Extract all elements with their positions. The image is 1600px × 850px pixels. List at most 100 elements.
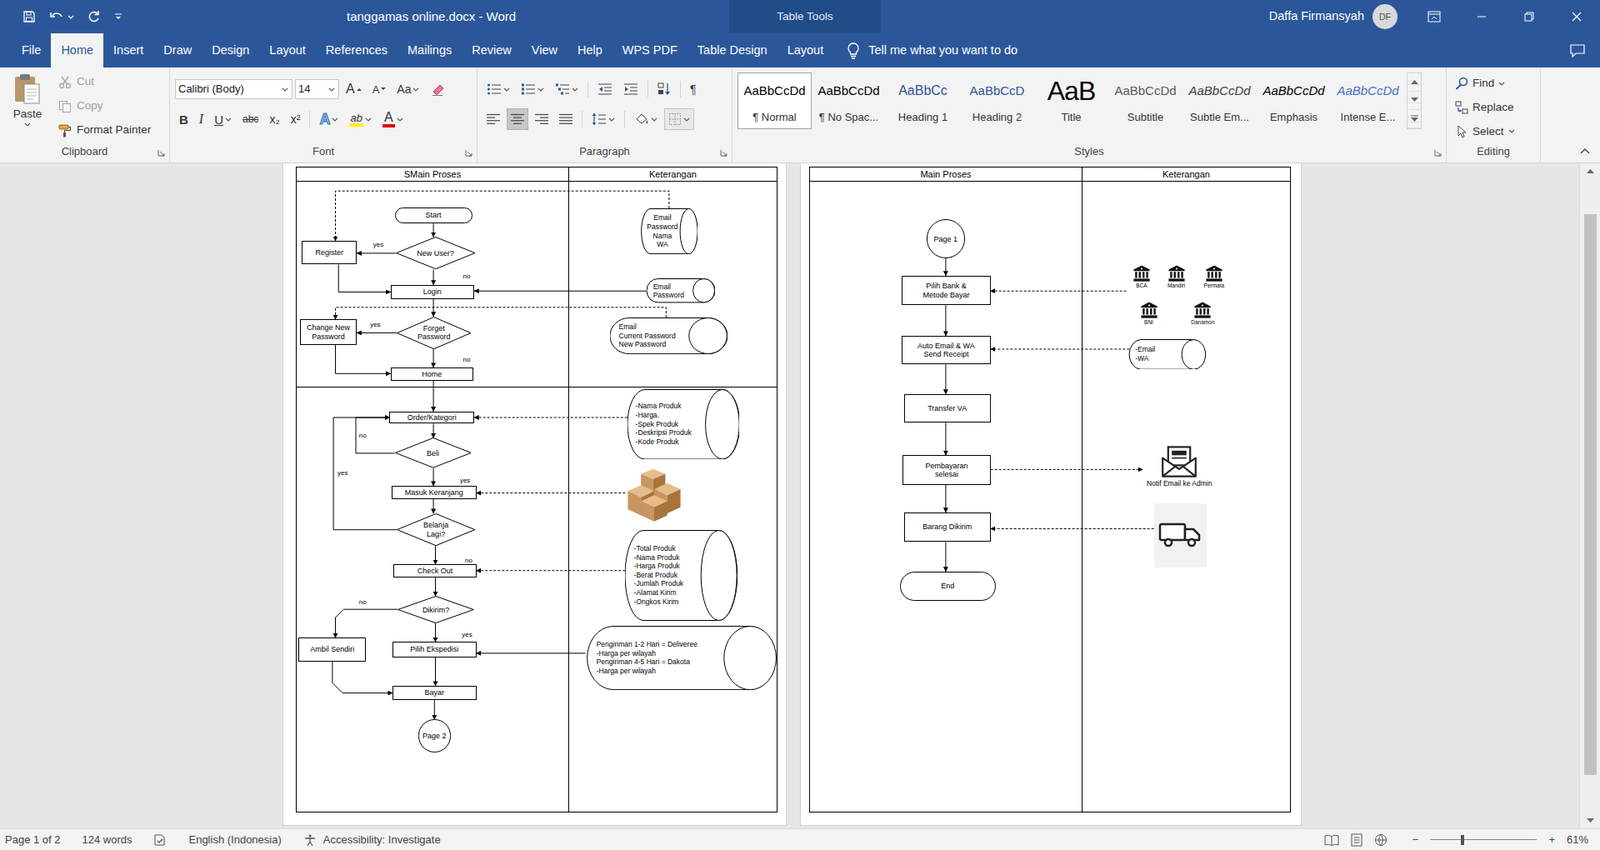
web-layout-icon[interactable] <box>1374 833 1388 847</box>
decision-node[interactable]: Belanja Lagi? <box>396 513 475 546</box>
process-step[interactable]: Check Out <box>393 564 476 578</box>
data-store[interactable]: -Email-WA <box>1128 339 1206 370</box>
font-color-button[interactable]: A <box>378 108 408 130</box>
page-count[interactable]: Page 1 of 2 <box>5 831 61 849</box>
painter-button[interactable]: Format Painter <box>55 119 155 142</box>
sub-button[interactable]: x₂ <box>265 108 284 130</box>
collapse-ribbon-icon[interactable] <box>1580 147 1590 155</box>
data-store[interactable]: -Total Produk-Nama Produk-Harga Produk-B… <box>625 530 738 621</box>
zoom-thumb[interactable] <box>1460 835 1465 845</box>
process-step[interactable]: Ambil Sendiri <box>298 637 366 661</box>
product-boxes[interactable] <box>625 466 683 522</box>
line-spacing-button[interactable] <box>587 108 620 130</box>
scroll-thumb[interactable] <box>1584 214 1597 775</box>
borders-button[interactable] <box>664 108 695 130</box>
scroll-down-button[interactable] <box>1580 813 1600 829</box>
multilevel-button[interactable] <box>550 78 583 100</box>
decision-node[interactable]: Dikirim? <box>397 595 475 624</box>
paste-button[interactable]: Paste <box>5 70 50 143</box>
proofing-icon[interactable] <box>153 833 167 847</box>
zoom-out-button[interactable]: − <box>1412 831 1420 849</box>
bank-logo[interactable]: BNI <box>1135 298 1163 330</box>
read-mode-icon[interactable] <box>1324 834 1340 846</box>
ribbon-options-button[interactable] <box>1410 0 1458 34</box>
decrease-indent-button[interactable] <box>593 78 617 100</box>
shading-button[interactable] <box>630 108 662 130</box>
process-step[interactable]: Transfer VA <box>904 394 991 423</box>
ribbon-tab[interactable]: Review <box>461 33 522 68</box>
process-step[interactable]: Pilih Ekspedisi <box>392 641 476 657</box>
shrink-font-button[interactable]: A <box>368 78 391 100</box>
process-step[interactable]: Auto Email & WA Send Receipt <box>901 335 991 365</box>
ribbon-tab[interactable]: WPS PDF <box>612 33 688 68</box>
process-step[interactable]: Bayar <box>392 685 476 700</box>
word-count[interactable]: 124 words <box>82 831 133 849</box>
replace-button[interactable]: Replace <box>1451 96 1519 120</box>
sort-button[interactable] <box>653 78 675 100</box>
style-item[interactable]: AaBbCcDdEmphasis <box>1256 72 1331 130</box>
ribbon-tab[interactable]: Design <box>201 33 260 68</box>
process-step[interactable]: Register <box>301 240 357 265</box>
redo-icon[interactable] <box>87 10 101 24</box>
ribbon-tab[interactable]: Home <box>50 33 104 68</box>
increase-indent-button[interactable] <box>619 78 643 100</box>
ribbon-tab[interactable]: Layout <box>259 33 316 68</box>
cut-button[interactable]: Cut <box>55 70 155 94</box>
style-item[interactable]: AaBbCcDdIntense E... <box>1330 72 1405 130</box>
numbering-button[interactable] <box>516 78 549 100</box>
align-justify-button[interactable] <box>555 108 577 130</box>
process-step[interactable]: Home <box>390 367 474 381</box>
dialog-launcher-icon[interactable] <box>1434 149 1442 157</box>
undo-button[interactable] <box>49 10 75 24</box>
data-store[interactable]: EmailCurrent PasswordNew Password <box>610 317 728 355</box>
style-item[interactable]: AaBbCcDHeading 2 <box>960 72 1035 130</box>
dialog-launcher-icon[interactable] <box>465 149 473 157</box>
process-step[interactable]: Barang Dikirim <box>904 512 991 543</box>
sup-button[interactable]: x² <box>286 108 305 130</box>
align-right-button[interactable] <box>530 108 553 130</box>
language[interactable]: English (Indonesia) <box>188 831 281 849</box>
dialog-launcher-icon[interactable] <box>157 149 165 157</box>
find-button[interactable]: Find <box>1451 72 1519 95</box>
grow-font-button[interactable]: A <box>341 78 366 100</box>
page-connector[interactable]: Page 2 <box>418 719 451 752</box>
select-button[interactable]: Select <box>1451 120 1519 143</box>
data-store[interactable]: -Nama Produk-Harga.-Spek Produk-Deskrips… <box>627 389 740 460</box>
style-item[interactable]: AaBTitle <box>1034 72 1109 130</box>
down-gallery-button[interactable] <box>1407 91 1421 110</box>
process-step[interactable]: Pilih Bank & Metode Bayar <box>901 275 991 306</box>
more-gallery-button[interactable] <box>1407 110 1421 129</box>
italic-button[interactable]: I <box>195 108 208 130</box>
ribbon-tab[interactable]: Draw <box>153 33 202 68</box>
font-size-box[interactable]: 14 <box>295 79 340 100</box>
decision-node[interactable]: Beli <box>395 437 472 469</box>
print-layout-icon[interactable] <box>1350 833 1363 847</box>
data-store[interactable]: EmailPassword <box>646 278 715 303</box>
style-item[interactable]: AaBbCcHeading 1 <box>885 72 960 130</box>
zoom-in-button[interactable]: + <box>1548 831 1555 849</box>
decision-node[interactable]: New User? <box>395 236 476 270</box>
delivery-truck[interactable] <box>1154 503 1208 568</box>
ribbon-tab[interactable]: File <box>11 33 51 68</box>
terminator-node[interactable]: End <box>900 571 996 602</box>
ribbon-tab[interactable]: Help <box>567 33 613 68</box>
user-account[interactable]: Daffa FirmansyahDF <box>1269 0 1410 34</box>
show-marks-button[interactable]: ¶ <box>685 78 701 100</box>
ribbon-tab[interactable]: Layout <box>777 33 835 68</box>
close-button[interactable] <box>1552 0 1600 34</box>
process-step[interactable]: Change New Password <box>300 319 358 345</box>
minimize-button[interactable] <box>1457 0 1505 34</box>
align-center-button[interactable] <box>506 108 529 130</box>
tell-me-box[interactable]: Tell me what you want to do <box>846 33 1018 68</box>
restore-button[interactable] <box>1505 0 1553 34</box>
style-item[interactable]: AaBbCcDdSubtle Em... <box>1182 72 1257 130</box>
underline-button[interactable]: U <box>210 108 236 130</box>
process-step[interactable]: Order/Kategori <box>389 411 475 425</box>
bullets-button[interactable] <box>482 78 515 100</box>
bank-logo[interactable]: Danamon <box>1190 298 1217 330</box>
dialog-launcher-icon[interactable] <box>720 149 728 157</box>
ribbon-tab[interactable]: View <box>521 33 568 68</box>
ribbon-tab[interactable]: References <box>315 33 398 68</box>
zoom-level[interactable]: 61% <box>1566 831 1589 849</box>
data-store[interactable]: Pengiriman 1-2 Hari = Deliveree-Harga pe… <box>585 625 777 690</box>
